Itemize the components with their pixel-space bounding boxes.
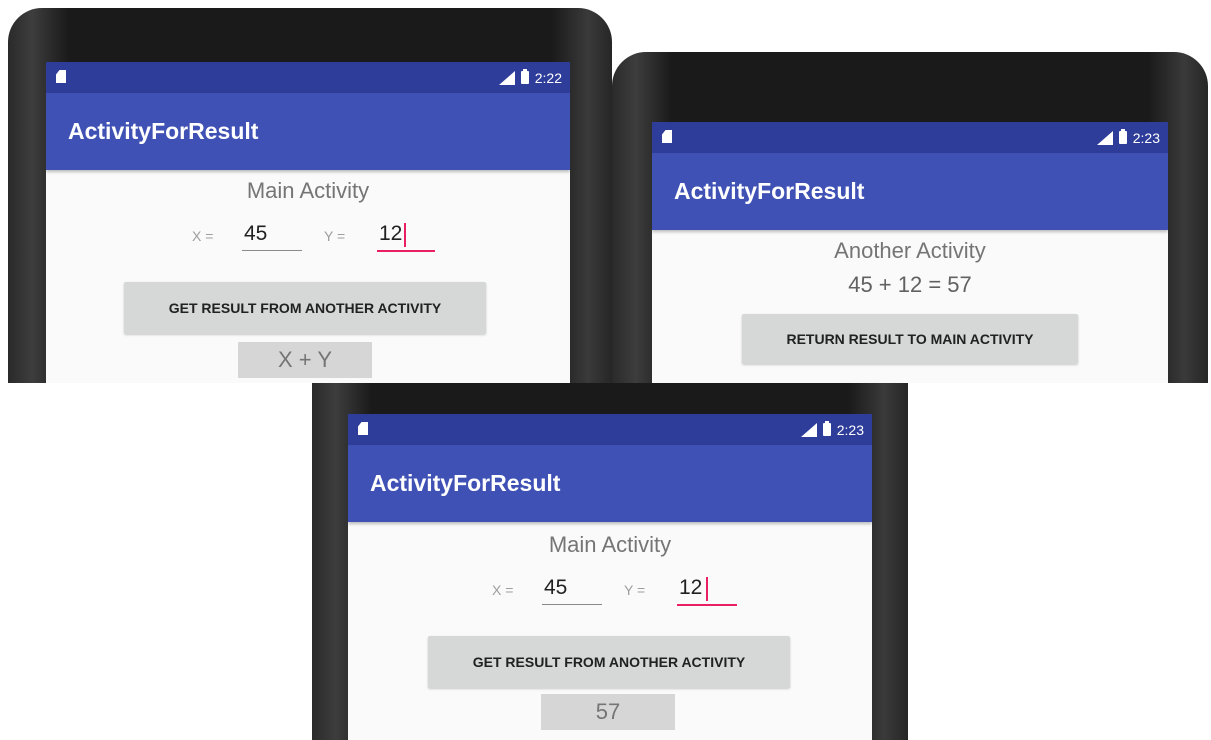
activity-content: Main Activity X = Y = GET RESULT FROM AN… [348,522,872,740]
app-bar: ActivityForResult [652,153,1168,230]
return-result-button[interactable]: RETURN RESULT TO MAIN ACTIVITY [742,314,1078,364]
input-row: X = Y = [46,214,570,254]
status-time: 2:23 [1132,129,1160,146]
x-label: X = [492,582,514,598]
app-title: ActivityForResult [370,470,561,496]
app-title: ActivityForResult [674,178,865,204]
signal-icon [498,70,515,85]
sum-result-line: 45 + 12 = 57 [848,272,972,297]
activity-heading: Another Activity [834,238,986,263]
signal-icon [1096,130,1113,145]
app-bar: ActivityForResult [46,93,570,170]
status-time: 2:22 [534,69,562,86]
app-title: ActivityForResult [68,118,259,144]
signal-icon [800,422,817,437]
x-input[interactable] [542,572,602,605]
get-result-button[interactable]: GET RESULT FROM ANOTHER ACTIVITY [428,636,790,688]
activity-heading: Main Activity [246,178,370,203]
text-cursor [404,223,406,247]
screen-main-after: 2:23 ActivityForResult Main Activity X =… [348,414,872,740]
sd-card-icon [358,422,368,435]
phone-frame-another: 2:23 ActivityForResult Another Activity … [612,52,1208,383]
status-bar: 2:23 [652,122,1168,153]
text-cursor [706,577,708,601]
sd-card-icon [662,130,672,143]
battery-icon [520,69,529,84]
sd-card-icon [56,70,66,83]
x-label: X = [192,228,214,244]
activity-content: Main Activity X = Y = GET RESULT FROM AN… [46,170,570,383]
result-display: 57 [541,694,675,730]
phone-frame-main-before: 2:22 ActivityForResult Main Activity X =… [8,8,612,383]
y-input[interactable] [377,218,435,252]
activity-heading: Main Activity [548,532,672,557]
app-bar: ActivityForResult [348,445,872,522]
input-row: X = Y = [348,568,872,608]
y-label: Y = [624,582,646,598]
result-display: X + Y [238,342,372,378]
status-bar: 2:23 [348,414,872,445]
activity-content: Another Activity 45 + 12 = 57 RETURN RES… [652,230,1168,383]
y-label: Y = [324,228,346,244]
screen-another: 2:23 ActivityForResult Another Activity … [652,122,1168,383]
battery-icon [1118,129,1127,144]
battery-icon [822,421,831,436]
x-input[interactable] [242,218,302,251]
status-bar: 2:22 [46,62,570,93]
phone-frame-main-after: 2:23 ActivityForResult Main Activity X =… [312,383,908,740]
status-time: 2:23 [836,421,864,438]
screen-main-before: 2:22 ActivityForResult Main Activity X =… [46,62,570,383]
get-result-button[interactable]: GET RESULT FROM ANOTHER ACTIVITY [124,282,486,334]
